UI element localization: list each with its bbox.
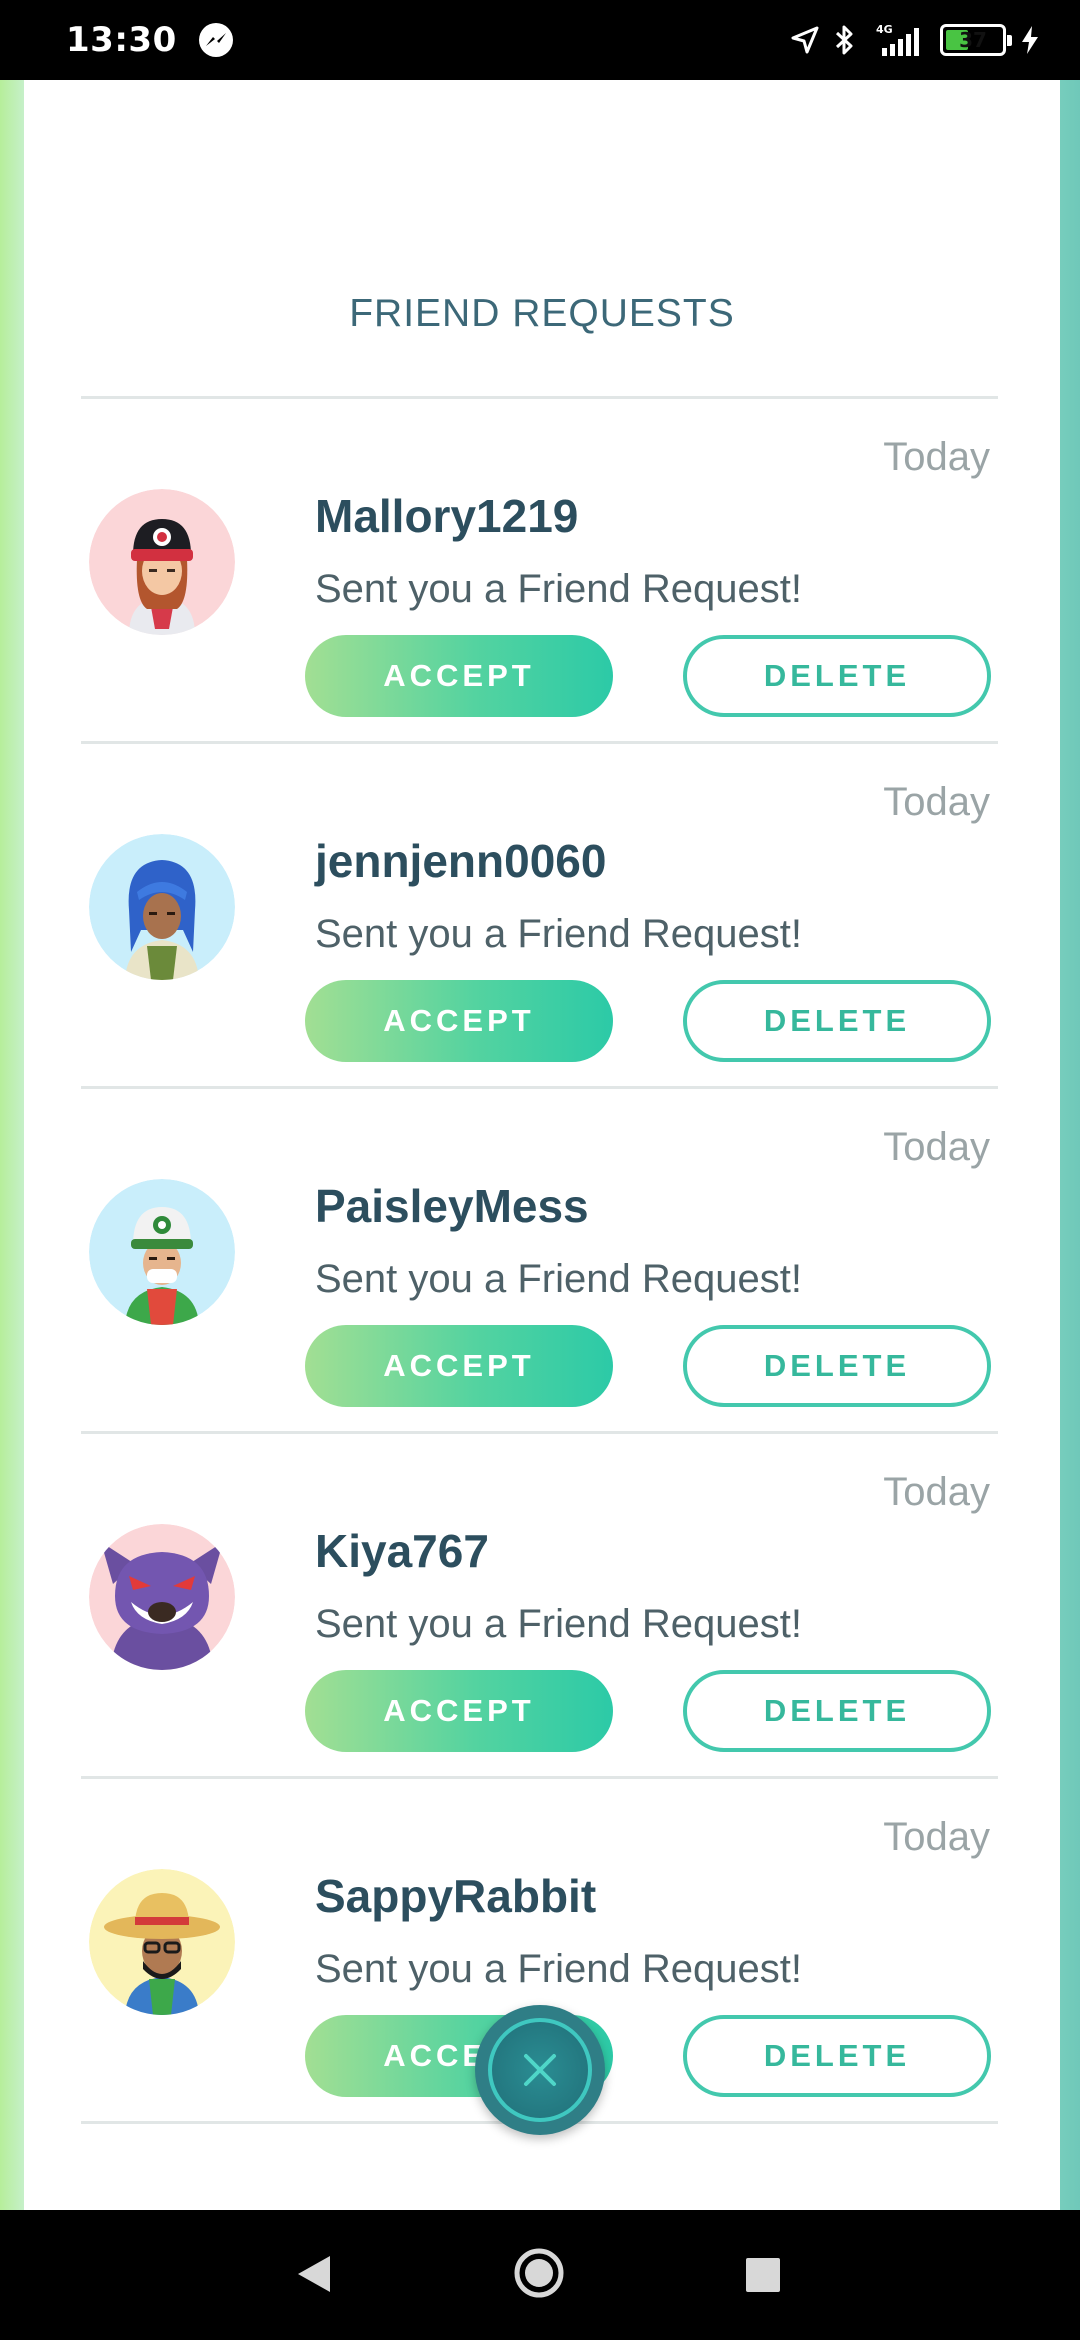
request-date: Today bbox=[883, 780, 990, 824]
avatar[interactable] bbox=[89, 489, 235, 635]
delete-button[interactable]: DELETE bbox=[683, 1670, 991, 1752]
charging-bolt-icon bbox=[1022, 26, 1038, 54]
friend-requests-panel: FRIEND REQUESTS Today Mallory1219 Sent y… bbox=[24, 80, 1060, 2210]
network-type: 4G bbox=[876, 23, 893, 36]
avatar[interactable] bbox=[89, 1179, 235, 1325]
status-time: 13:30 bbox=[66, 20, 177, 60]
friend-name: SappyRabbit bbox=[315, 1870, 597, 1922]
close-icon bbox=[524, 2054, 556, 2086]
signal-icon: 4G bbox=[870, 22, 926, 58]
friend-request-item: Today Mallory1219 Sent you a Friend Requ… bbox=[81, 399, 998, 744]
messenger-icon bbox=[198, 23, 233, 57]
request-message: Sent you a Friend Request! bbox=[315, 912, 802, 956]
friend-name: jennjenn0060 bbox=[315, 835, 607, 887]
bluetooth-icon bbox=[835, 25, 853, 55]
request-date: Today bbox=[883, 1815, 990, 1859]
accept-button[interactable]: ACCEPT bbox=[305, 1670, 613, 1752]
request-date: Today bbox=[883, 435, 990, 479]
delete-button[interactable]: DELETE bbox=[683, 2015, 991, 2097]
avatar[interactable] bbox=[89, 1869, 235, 2015]
delete-button[interactable]: DELETE bbox=[683, 635, 991, 717]
home-circle-icon[interactable] bbox=[512, 2246, 566, 2300]
avatar[interactable] bbox=[89, 1524, 235, 1670]
battery-icon: 37 bbox=[940, 24, 1012, 56]
accept-button[interactable]: ACCEPT bbox=[305, 980, 613, 1062]
request-message: Sent you a Friend Request! bbox=[315, 1947, 802, 1991]
location-arrow-icon bbox=[791, 26, 819, 54]
request-message: Sent you a Friend Request! bbox=[315, 567, 802, 611]
avatar[interactable] bbox=[89, 834, 235, 980]
friend-name: Mallory1219 bbox=[315, 490, 579, 542]
navigation-bar bbox=[0, 2210, 1080, 2340]
panel-title: FRIEND REQUESTS bbox=[349, 292, 735, 335]
friend-name: Kiya767 bbox=[315, 1525, 489, 1577]
friend-name: PaisleyMess bbox=[315, 1180, 589, 1232]
battery-level: 37 bbox=[959, 28, 987, 52]
close-button-ring bbox=[488, 2018, 592, 2122]
friend-request-item: Today Kiya767 Sent you a Friend Request!… bbox=[81, 1434, 998, 1779]
close-button[interactable] bbox=[475, 2005, 605, 2135]
accept-button[interactable]: ACCEPT bbox=[305, 1325, 613, 1407]
friend-request-item: Today PaisleyMess Sent you a Friend Requ… bbox=[81, 1089, 998, 1434]
request-message: Sent you a Friend Request! bbox=[315, 1257, 802, 1301]
accept-button[interactable]: ACCEPT bbox=[305, 635, 613, 717]
delete-button[interactable]: DELETE bbox=[683, 980, 991, 1062]
status-left: 13:30 bbox=[66, 20, 233, 60]
status-bar: 13:30 4G 37 bbox=[0, 0, 1080, 80]
back-triangle-icon[interactable] bbox=[296, 2254, 332, 2294]
recents-square-icon[interactable] bbox=[746, 2258, 780, 2292]
request-date: Today bbox=[883, 1125, 990, 1169]
friend-request-item: Today jennjenn0060 Sent you a Friend Req… bbox=[81, 744, 998, 1089]
request-date: Today bbox=[883, 1470, 990, 1514]
status-right: 4G 37 bbox=[790, 22, 1040, 58]
delete-button[interactable]: DELETE bbox=[683, 1325, 991, 1407]
request-message: Sent you a Friend Request! bbox=[315, 1602, 802, 1646]
